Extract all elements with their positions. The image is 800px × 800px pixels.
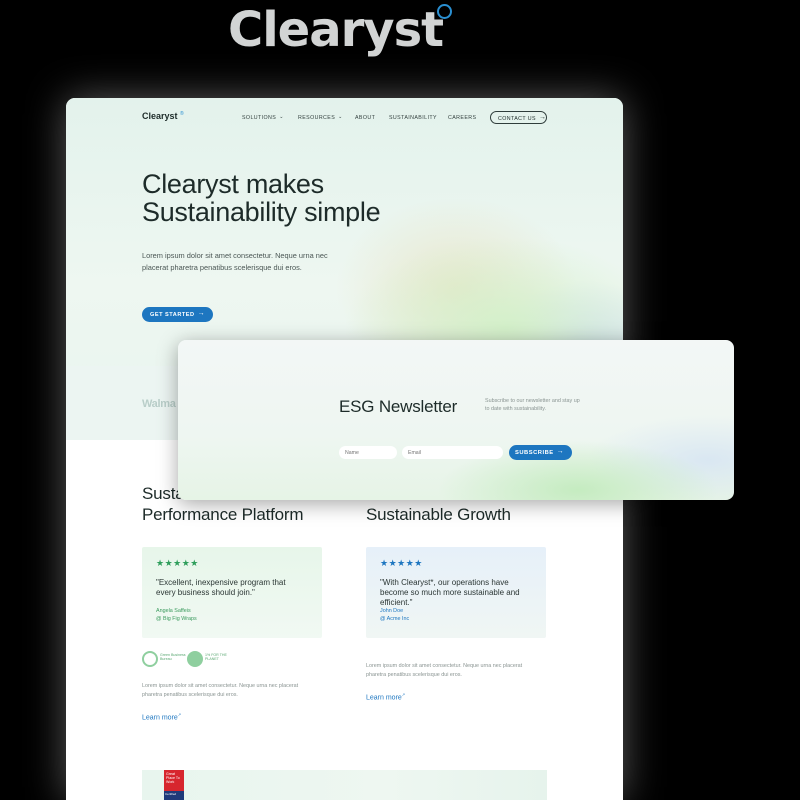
external-link-icon: ↗ (401, 692, 406, 697)
subscribe-button[interactable]: SUBSCRIBE → (509, 445, 572, 460)
column-description: Lorem ipsum dolor sit amet consectetur. … (366, 663, 523, 678)
certification-band (142, 770, 547, 800)
nav-item-label: SOLUTIONS (242, 115, 277, 121)
nav-item-sustainability[interactable]: SUSTAINABILITY (389, 115, 437, 121)
nav-logo[interactable]: Clearyst (142, 111, 178, 121)
nav-item-careers[interactable]: CAREERS (448, 115, 476, 121)
newsletter-description: Subscribe to our newsletter and stay up … (485, 398, 580, 413)
customer-logo-walmart: Walma (142, 398, 176, 410)
learn-more-label: Learn more (366, 694, 402, 702)
hero-title-line: Sustainability simple (142, 197, 381, 227)
external-link-icon: ↗ (177, 712, 182, 717)
planet-badge-icon (187, 651, 203, 667)
hero-title-line: Clearyst makes (142, 169, 324, 199)
column-title-line: Sustainable Growth (366, 505, 511, 524)
testimonial-card: ★★★★★ "With Clearyst*, our operations ha… (366, 547, 546, 638)
hero-title: Clearyst makes Sustainability simple (142, 170, 462, 226)
badge-text: Great Place To Work (166, 772, 180, 785)
newsletter-title: ESG Newsletter (339, 397, 458, 416)
arrow-right-icon: → (556, 448, 565, 455)
star-rating-icon: ★★★★★ (156, 558, 199, 568)
brand-header: Clearyst (0, 0, 800, 58)
get-started-label: GET STARTED (150, 312, 195, 318)
chevron-down-icon: ⌄ (279, 114, 284, 120)
arrow-right-icon: → (538, 114, 547, 121)
leaf-badge-icon (142, 651, 158, 667)
nav-item-solutions[interactable]: SOLUTIONS ⌄ (242, 114, 284, 121)
learn-more-link[interactable]: Learn more↗ (142, 712, 181, 721)
badge-label: Green Business Bureau (160, 653, 186, 662)
brand-mark-icon (437, 4, 452, 19)
nav-item-label: ABOUT (355, 115, 376, 121)
get-started-button[interactable]: GET STARTED → (142, 307, 213, 322)
column-description: Lorem ipsum dolor sit amet consectetur. … (142, 683, 299, 698)
learn-more-label: Learn more (142, 714, 178, 722)
certification-badges: Green Business Bureau 1% FOR THE PLANET (142, 651, 242, 671)
subscribe-label: SUBSCRIBE (515, 450, 554, 456)
name-field[interactable] (339, 446, 397, 459)
nav-item-label: CAREERS (448, 115, 477, 121)
testimonial-quote: "Excellent, inexpensive program that eve… (156, 578, 286, 597)
nav-item-resources[interactable]: RESOURCES ⌄ (298, 114, 343, 121)
testimonial-card: ★★★★★ "Excellent, inexpensive program th… (142, 547, 322, 638)
testimonial-author: Angela Saffeis (156, 608, 191, 614)
brand-logo-text: Clearyst (228, 2, 444, 58)
star-rating-icon: ★★★★★ (380, 558, 423, 568)
great-place-to-work-badge: Great Place To Work Certified (164, 770, 184, 800)
testimonial-author: John Doe (380, 608, 404, 614)
arrow-right-icon: → (197, 310, 206, 317)
badge-certified: Certified (164, 791, 184, 800)
nav-item-label: SUSTAINABILITY (389, 115, 437, 121)
nav-item-label: RESOURCES (298, 115, 336, 121)
nav-logo-mark: ® (180, 111, 184, 117)
testimonial-company: @ Big Fig Wraps (156, 616, 197, 622)
contact-us-label: CONTACT US (498, 116, 536, 122)
top-navigation: Clearyst ® SOLUTIONS ⌄ RESOURCES ⌄ ABOUT S… (66, 98, 623, 140)
newsletter-card: ESG Newsletter Subscribe to our newslett… (178, 340, 734, 500)
contact-us-button[interactable]: CONTACT US → (490, 111, 547, 124)
learn-more-link[interactable]: Learn more↗ (366, 692, 405, 701)
badge-label: 1% FOR THE PLANET (205, 653, 227, 662)
hero-description: Lorem ipsum dolor sit amet consectetur. … (142, 251, 328, 272)
column-title-line: Performance Platform (142, 505, 304, 524)
nav-item-about[interactable]: ABOUT (355, 115, 375, 121)
testimonial-quote: "With Clearyst*, our operations have bec… (380, 578, 520, 607)
testimonial-company: @ Acme Inc (380, 616, 410, 622)
email-field[interactable] (402, 446, 503, 459)
chevron-down-icon: ⌄ (338, 114, 343, 120)
